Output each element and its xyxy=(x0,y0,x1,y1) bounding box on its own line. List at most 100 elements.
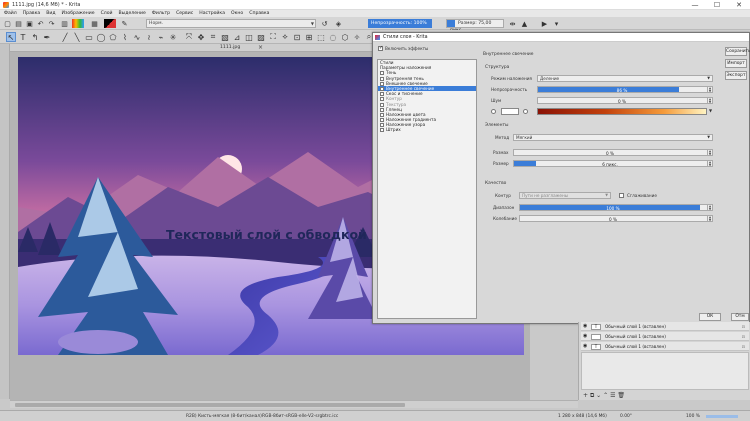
gradient-preset-swatch[interactable] xyxy=(72,19,84,28)
canvas-horizontal-scrollbar[interactable] xyxy=(10,400,578,408)
fill-tool-icon[interactable]: ⛶ xyxy=(268,32,278,42)
ellipse-tool-icon[interactable]: ◯ xyxy=(96,32,106,42)
transform-tool-icon[interactable]: ⤧ xyxy=(184,32,194,42)
scrollbar-thumb[interactable] xyxy=(15,403,405,407)
glow-color-swatch[interactable] xyxy=(501,108,519,115)
dynamic-brush-icon[interactable]: ⌁ xyxy=(156,32,166,42)
colorize-mask-icon[interactable]: ◫ xyxy=(244,32,254,42)
blend-mode-select[interactable]: Деление ▼ xyxy=(537,75,713,82)
layer-row[interactable]: ◉ T Обычный слой 1 (вставлен) ⊡ xyxy=(581,342,749,351)
zoom-slider[interactable] xyxy=(706,415,738,418)
cancel-button[interactable]: Отм xyxy=(731,313,749,321)
import-style-button[interactable]: Импорт xyxy=(725,59,747,68)
close-button[interactable]: ✕ xyxy=(728,0,750,10)
freehand-select-icon[interactable]: ✧ xyxy=(352,32,362,42)
edit-shapes-tool-icon[interactable]: ↰ xyxy=(30,32,40,42)
layer-row[interactable]: ◉ T Обычный слой 1 (вставлен) ⊡ xyxy=(581,322,749,331)
glow-gradient-swatch[interactable] xyxy=(537,108,707,115)
multibrush-icon[interactable]: ✳ xyxy=(168,32,178,42)
blend-mode-dropdown[interactable]: Норм. ▼ xyxy=(146,19,316,28)
reference-tool-icon[interactable]: ⊞ xyxy=(304,32,314,42)
add-layer-icon[interactable]: + xyxy=(583,392,588,399)
menu-window[interactable]: Окно xyxy=(231,11,243,16)
delete-layer-icon[interactable]: 🗑 xyxy=(617,392,625,399)
method-select[interactable]: Мягкий ▼ xyxy=(513,134,713,141)
layer-lock-icon[interactable]: ⊡ xyxy=(742,332,745,341)
opacity-spinbox[interactable]: 86 % ▲ ▼ xyxy=(537,86,713,93)
spin-arrows-icon[interactable]: ▲ ▼ xyxy=(707,150,712,155)
choke-spinbox[interactable]: 0 % ▲ ▼ xyxy=(513,149,713,156)
layer-lock-icon[interactable]: ⊡ xyxy=(742,322,745,331)
contour-select[interactable]: Пути не разглажены ▼ xyxy=(519,192,611,199)
menu-tools[interactable]: Сервис xyxy=(176,11,193,16)
line-tool-icon[interactable]: ╲ xyxy=(72,32,82,42)
close-tab-icon[interactable]: × xyxy=(258,44,263,51)
style-list-item[interactable]: Штрих xyxy=(378,127,476,133)
gradient-chevron-icon[interactable]: ▼ xyxy=(709,108,712,113)
solid-color-radio[interactable] xyxy=(491,109,496,114)
select-shapes-tool-icon[interactable]: ↖ xyxy=(6,32,16,42)
rectangle-tool-icon[interactable]: ▭ xyxy=(84,32,94,42)
new-document-icon[interactable]: ▢ xyxy=(3,19,12,28)
style-enable-checkbox[interactable] xyxy=(380,128,384,133)
undo-icon[interactable]: ↶ xyxy=(36,19,45,28)
canvas-text-layer[interactable]: Текстовый слой с обводкой xyxy=(166,227,367,242)
menu-image[interactable]: Изображение xyxy=(62,11,95,16)
layer-lock-icon[interactable]: ⊡ xyxy=(742,342,745,351)
enable-effects-checkbox[interactable]: Включить эффекты xyxy=(378,45,428,52)
spin-arrows-icon[interactable]: ▲ ▼ xyxy=(707,205,712,210)
menu-filter[interactable]: Фильтр xyxy=(152,11,170,16)
text-tool-icon[interactable]: T xyxy=(18,32,28,42)
calligraphy-tool-icon[interactable]: ✒ xyxy=(42,32,52,42)
save-style-button[interactable]: Сохранить xyxy=(725,47,750,56)
move-layer-down-icon[interactable]: ⌄ xyxy=(596,392,601,399)
noise-spinbox[interactable]: 0 % ▲ ▼ xyxy=(537,97,713,104)
polygon-select-icon[interactable]: ⬡ xyxy=(340,32,350,42)
gradient-tool-icon[interactable]: ▧ xyxy=(220,32,230,42)
brush-preset-icon[interactable]: ✎ xyxy=(120,19,129,28)
spin-arrows-icon[interactable]: ▲ ▼ xyxy=(707,161,712,166)
checkbox-box[interactable] xyxy=(378,45,383,51)
maximize-button[interactable]: ☐ xyxy=(706,0,728,10)
export-style-button[interactable]: Экспорт xyxy=(725,71,747,80)
quality-range-spinbox[interactable]: 100 % ▲ ▼ xyxy=(519,204,713,211)
save-document-icon[interactable]: ▣ xyxy=(25,19,34,28)
bezier-tool-icon[interactable]: ∿ xyxy=(132,32,142,42)
spin-arrows-icon[interactable]: ▲ ▼ xyxy=(707,98,712,103)
gradient-icon[interactable]: ▥ xyxy=(60,19,69,28)
reload-preset-icon[interactable]: ↺ xyxy=(320,19,329,28)
jitter-spinbox[interactable]: 0 % ▲ ▼ xyxy=(519,215,713,222)
size-spinbox[interactable]: 6 пикс. ▲ ▼ xyxy=(513,160,713,167)
layer-list-empty-area[interactable] xyxy=(581,352,749,390)
alpha-lock-icon[interactable]: ◈ xyxy=(334,19,343,28)
polyline-tool-icon[interactable]: ⌇ xyxy=(120,32,130,42)
mirror-horizontal-icon[interactable]: ⇹ xyxy=(508,19,517,28)
menu-select[interactable]: Выделение xyxy=(119,11,146,16)
rect-select-icon[interactable]: ⬚ xyxy=(316,32,326,42)
freehand-path-icon[interactable]: ≀ xyxy=(144,32,154,42)
gradient-radio[interactable] xyxy=(523,109,528,114)
polygon-tool-icon[interactable]: ⬠ xyxy=(108,32,118,42)
move-tool-icon[interactable]: ✥ xyxy=(196,32,206,42)
menu-view[interactable]: Вид xyxy=(46,11,55,16)
spin-arrows-icon[interactable]: ▲ ▼ xyxy=(707,87,712,92)
ellipse-select-icon[interactable]: ◌ xyxy=(328,32,338,42)
spin-arrows-icon[interactable]: ▲ ▼ xyxy=(707,216,712,221)
move-layer-up-icon[interactable]: ⌃ xyxy=(603,392,608,399)
assistant-tool-icon[interactable]: ⟡ xyxy=(280,32,290,42)
mirror-vertical-icon[interactable]: ▲ xyxy=(520,19,529,28)
open-document-icon[interactable]: ▤ xyxy=(14,19,23,28)
minimize-button[interactable]: — xyxy=(684,0,706,10)
menu-layer[interactable]: Слой xyxy=(101,11,113,16)
document-tab[interactable]: 1111.jpg xyxy=(220,45,240,50)
measure-tool-icon[interactable]: ⊡ xyxy=(292,32,302,42)
color-picker-icon[interactable]: ⊿ xyxy=(232,32,242,42)
fg-bg-color-swatch[interactable] xyxy=(104,19,116,28)
visibility-eye-icon[interactable]: ◉ xyxy=(583,332,587,341)
brush-tool-icon[interactable]: ╱ xyxy=(60,32,70,42)
duplicate-layer-icon[interactable]: ⧉ xyxy=(590,392,594,399)
antialias-checkbox[interactable] xyxy=(619,193,624,198)
opacity-slider[interactable]: Непрозрачность: 100% xyxy=(368,19,432,28)
ok-button[interactable]: ОК xyxy=(699,313,721,321)
menu-edit[interactable]: Правка xyxy=(23,11,40,16)
